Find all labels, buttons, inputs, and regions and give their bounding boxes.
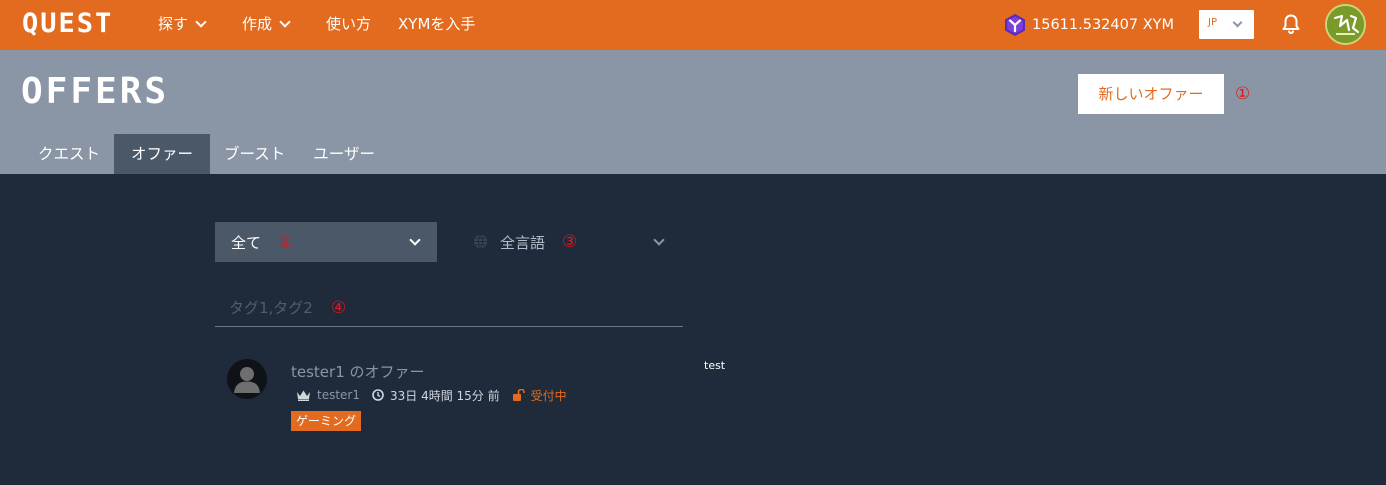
nav-explore-label: 探す — [158, 15, 189, 33]
crown-icon — [297, 390, 310, 401]
tags-input[interactable] — [215, 290, 683, 327]
wallet-balance[interactable]: 15611.532407 XYM — [1003, 11, 1174, 39]
offer-body: test — [704, 359, 726, 372]
tab-offers[interactable]: オファー — [114, 134, 211, 174]
app-logo[interactable]: QUEST — [22, 9, 113, 39]
offer-tag[interactable]: ゲーミング — [291, 411, 362, 431]
offer-meta: tester1 33日 4時間 15分 前 受付中 — [296, 386, 567, 404]
clock-icon — [372, 389, 384, 401]
offer-time: 33日 4時間 15分 前 — [390, 388, 500, 403]
page-title: OFFERS — [21, 71, 170, 112]
annotation-marker-1: ① — [1235, 84, 1251, 104]
avatar-image — [1327, 6, 1364, 43]
unlock-icon — [512, 389, 525, 401]
offer-status: 受付中 — [530, 388, 567, 403]
balance-amount: 15611.532407 XYM — [1032, 17, 1174, 33]
globe-icon — [473, 234, 488, 249]
tab-quests[interactable]: クエスト — [24, 134, 114, 174]
language-value: JP — [1208, 17, 1217, 28]
nav-create[interactable]: 作成 — [242, 0, 291, 50]
offer-owner-avatar[interactable] — [227, 359, 267, 399]
notifications-button[interactable] — [1279, 12, 1303, 36]
new-offer-button[interactable]: 新しいオファー — [1078, 74, 1224, 114]
symbol-logo-icon — [1005, 14, 1025, 36]
offer-title[interactable]: tester1 のオファー — [291, 361, 425, 382]
nav-how-to[interactable]: 使い方 — [326, 0, 371, 50]
section-tabs: クエスト オファー ブースト ユーザー — [24, 134, 389, 174]
category-select[interactable]: 全て — [215, 222, 437, 262]
nav-get-xym[interactable]: XYMを入手 — [398, 0, 475, 50]
nav-explore[interactable]: 探す — [158, 0, 207, 50]
language-select[interactable]: JP — [1199, 10, 1254, 39]
bell-icon — [1282, 14, 1300, 35]
page-header: OFFERS 新しいオファー ① クエスト オファー ブースト ユーザー — [0, 50, 1386, 174]
annotation-marker-3: ③ — [562, 232, 578, 252]
annotation-marker-2: ② — [278, 232, 294, 252]
chevron-down-icon — [1232, 17, 1243, 28]
top-navbar: QUEST 探す 作成 使い方 XYMを入手 15611.532407 XYM … — [0, 0, 1386, 50]
user-silhouette-icon — [234, 367, 260, 393]
user-avatar[interactable] — [1325, 4, 1366, 45]
tab-boosts[interactable]: ブースト — [210, 134, 299, 174]
category-value: 全て — [231, 234, 262, 252]
language-filter-value: 全言語 — [500, 234, 546, 252]
offer-owner-name[interactable]: tester1 — [317, 388, 360, 402]
chevron-down-icon — [195, 16, 207, 28]
nav-create-label: 作成 — [242, 15, 273, 33]
tab-users[interactable]: ユーザー — [299, 134, 389, 174]
annotation-marker-4: ④ — [331, 298, 347, 318]
chevron-down-icon — [279, 16, 291, 28]
